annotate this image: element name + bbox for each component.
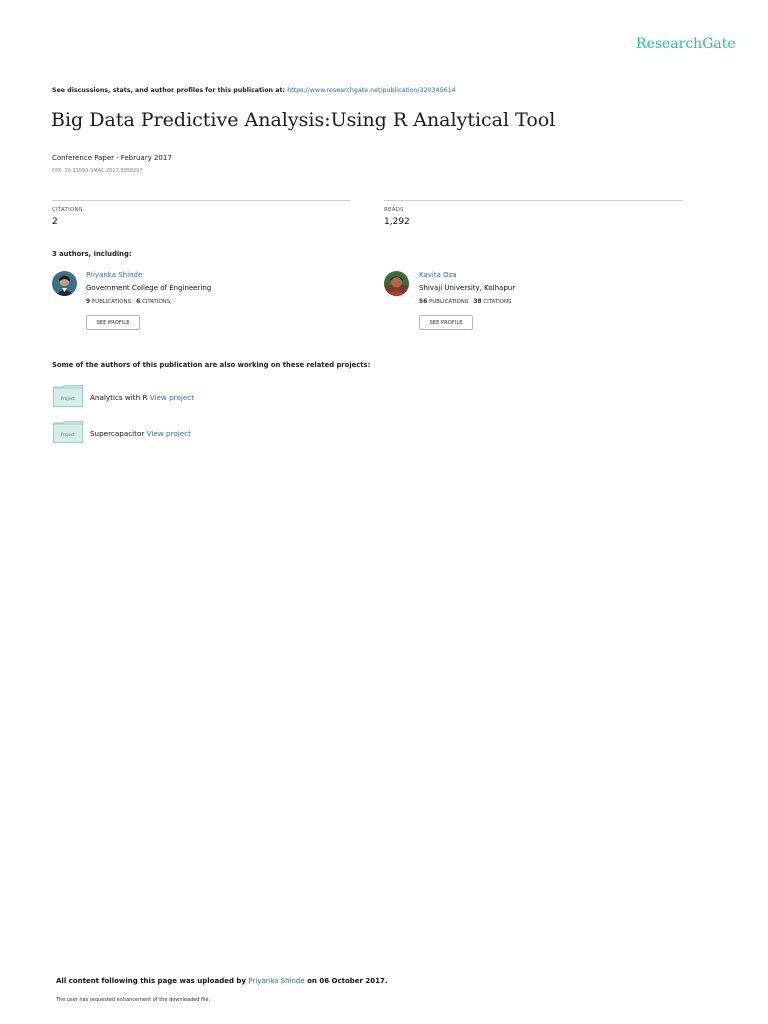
author-publications-label: PUBLICATIONS xyxy=(91,299,132,305)
see-profile-button[interactable]: SEE PROFILE xyxy=(86,315,140,330)
citations-value: 2 xyxy=(52,217,58,227)
discussion-prefix: See discussions, stats, and author profi… xyxy=(52,87,285,94)
reads-value: 1,292 xyxy=(384,217,410,227)
author-institution: Shivaji University, Kolhapur xyxy=(419,284,516,292)
project-folder-icon[interactable]: Project xyxy=(53,421,83,447)
upload-suffix: on 06 October 2017. xyxy=(307,977,388,985)
project-item: Supercapacitor View project xyxy=(90,429,191,438)
author-publications-label: PUBLICATIONS xyxy=(429,299,469,305)
view-project-link[interactable]: View project xyxy=(147,429,191,438)
project-item: Analytics with R View project xyxy=(90,393,194,402)
upload-notice: All content following this page was uplo… xyxy=(56,977,388,985)
researchgate-logo[interactable]: ResearchGate xyxy=(636,36,736,52)
project-name: Supercapacitor xyxy=(90,429,145,438)
paper-doi: DOI: 10.1109/I-SMAC.2017.8058297 xyxy=(52,168,143,174)
author-metrics: 9 PUBLICATIONS 6 CITATIONS xyxy=(86,298,170,305)
discussion-line: See discussions, stats, and author profi… xyxy=(52,87,456,94)
author-citations-count: 38 xyxy=(473,298,482,305)
view-project-link[interactable]: View project xyxy=(150,393,194,402)
author-avatar-kavita[interactable] xyxy=(384,271,409,296)
paper-title: Big Data Predictive Analysis:Using R Ana… xyxy=(51,109,556,131)
avatar-photo-icon xyxy=(384,271,409,296)
authors-heading: 3 authors, including: xyxy=(52,250,132,258)
project-folder-icon[interactable]: Project xyxy=(53,385,83,411)
author-metrics: 56 PUBLICATIONS 38 CITATIONS xyxy=(419,298,511,305)
project-name: Analytics with R xyxy=(90,393,148,402)
author-name-link[interactable]: Priyanka Shinde xyxy=(86,271,142,279)
enhancement-note: The user has requested enhancement of th… xyxy=(56,997,211,1003)
publication-url-link[interactable]: https://www.researchgate.net/publication… xyxy=(287,87,455,94)
author-avatar-priyanka[interactable] xyxy=(52,271,77,296)
see-profile-button[interactable]: SEE PROFILE xyxy=(419,315,473,330)
upload-prefix: All content following this page was uplo… xyxy=(56,977,246,985)
folder-label: Project xyxy=(61,432,75,437)
paper-type-date: Conference Paper · February 2017 xyxy=(52,154,172,162)
reads-label: READS xyxy=(384,207,404,213)
author-citations-label: CITATIONS xyxy=(142,299,171,305)
citations-divider xyxy=(52,200,351,201)
citations-label: CITATIONS xyxy=(52,207,83,213)
reads-divider xyxy=(384,200,683,201)
uploader-link[interactable]: Priyanka Shinde xyxy=(248,977,304,985)
folder-label: Project xyxy=(61,396,75,401)
author-citations-count: 6 xyxy=(136,298,141,305)
author-name-link[interactable]: Kavita Oza xyxy=(419,271,457,279)
related-projects-heading: Some of the authors of this publication … xyxy=(52,361,371,369)
author-institution: Government College of Engineering xyxy=(86,284,212,292)
author-publications-count: 56 xyxy=(419,298,428,305)
author-publications-count: 9 xyxy=(86,298,91,305)
avatar-photo-icon xyxy=(52,271,77,296)
author-citations-label: CITATIONS xyxy=(483,299,512,305)
